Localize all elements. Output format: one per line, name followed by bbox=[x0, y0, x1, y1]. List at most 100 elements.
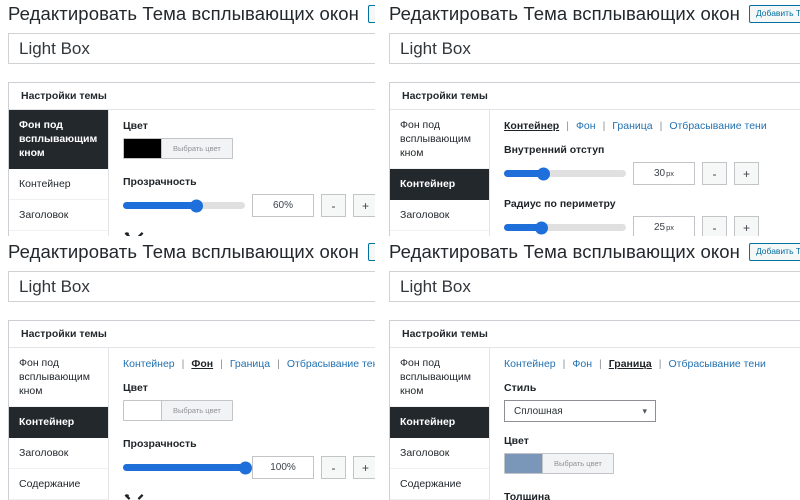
theme-title-input[interactable]: Light Box bbox=[8, 271, 375, 302]
opacity-slider[interactable] bbox=[123, 461, 252, 474]
tab-background[interactable]: Фон bbox=[576, 120, 596, 132]
padding-slider[interactable] bbox=[504, 167, 626, 180]
sidebar-item-title[interactable]: Заголовок bbox=[390, 438, 489, 469]
sidebar-item-overlay[interactable]: Фон под всплывающим кном bbox=[9, 110, 108, 169]
sidebar-item-container[interactable]: Контейнер bbox=[390, 407, 489, 438]
sidebar-item-content[interactable]: Содержание bbox=[9, 469, 108, 500]
crossed-tools-icon bbox=[123, 230, 145, 236]
sidebar-item-title[interactable]: Заголовок bbox=[9, 200, 108, 231]
metabox-title: Настройки темы bbox=[390, 321, 800, 348]
color-field: Цвет Выбрать цвет bbox=[123, 382, 375, 425]
sidebar-item-container[interactable]: Контейнер bbox=[9, 407, 108, 438]
tab-separator: | bbox=[277, 358, 280, 370]
color-picker[interactable]: Выбрать цвет bbox=[123, 400, 233, 421]
color-label: Цвет bbox=[504, 435, 529, 447]
opacity-slider[interactable] bbox=[123, 199, 245, 212]
settings-sidebar: Фон под всплывающим кном Контейнер Загол… bbox=[9, 348, 109, 500]
panel-bottom-left: Редактировать Тема всплывающих окон Доба… bbox=[0, 238, 375, 500]
color-swatch[interactable] bbox=[124, 401, 162, 420]
tab-separator: | bbox=[602, 120, 606, 132]
opacity-increment-button[interactable]: + bbox=[353, 456, 375, 479]
border-radius-decrement-button[interactable]: - bbox=[702, 216, 727, 236]
choose-color-button[interactable]: Выбрать цвет bbox=[162, 401, 232, 420]
choose-color-button[interactable]: Выбрать цвет bbox=[543, 454, 613, 473]
settings-tabs: Контейнер | Фон | Граница | Отбрасывание… bbox=[504, 120, 800, 132]
metabox-title: Настройки темы bbox=[9, 83, 375, 110]
sidebar-item-content[interactable]: Содержание bbox=[9, 231, 108, 236]
tab-separator: | bbox=[658, 358, 662, 370]
add-popup-theme-button[interactable]: Добавить Тема всплывающих окон bbox=[748, 5, 800, 23]
sidebar-item-content[interactable]: Содержание bbox=[390, 231, 489, 236]
tab-border[interactable]: Граница bbox=[230, 358, 270, 370]
add-popup-theme-button[interactable]: Добавить Тема всплывающих окон bbox=[367, 243, 375, 261]
theme-title-input[interactable]: Light Box bbox=[389, 271, 800, 302]
choose-color-button[interactable]: Выбрать цвет bbox=[162, 139, 232, 158]
color-field: Цвет Выбрать цвет bbox=[123, 120, 375, 163]
tab-container[interactable]: Контейнер bbox=[504, 120, 559, 132]
color-swatch[interactable] bbox=[505, 454, 543, 473]
tab-border[interactable]: Граница bbox=[612, 120, 652, 132]
tab-separator: | bbox=[181, 358, 185, 370]
tab-boxshadow[interactable]: Отбрасывание тени bbox=[287, 358, 375, 370]
add-popup-theme-button[interactable]: Добавить Тема всплывающих окон bbox=[367, 5, 375, 23]
sidebar-item-overlay[interactable]: Фон под всплывающим кном bbox=[390, 348, 489, 407]
sidebar-item-container[interactable]: Контейнер bbox=[9, 169, 108, 200]
border-radius-slider[interactable] bbox=[504, 221, 626, 234]
tab-separator: | bbox=[659, 120, 663, 132]
panel-top-left: Редактировать Тема всплывающих окон Доба… bbox=[0, 0, 375, 236]
border-style-select[interactable]: Сплошная ▾ bbox=[504, 400, 656, 422]
border-radius-label: Радиус по периметру bbox=[504, 198, 616, 210]
color-picker[interactable]: Выбрать цвет bbox=[504, 453, 614, 474]
color-label: Цвет bbox=[123, 382, 148, 394]
tab-separator: | bbox=[220, 358, 223, 370]
border-radius-increment-button[interactable]: + bbox=[734, 216, 759, 236]
color-picker[interactable]: Выбрать цвет bbox=[123, 138, 233, 159]
theme-settings-metabox: Настройки темы Фон под всплывающим кном … bbox=[8, 320, 375, 500]
tab-boxshadow[interactable]: Отбрасывание тени bbox=[669, 358, 766, 370]
color-label: Цвет bbox=[123, 120, 148, 132]
padding-value[interactable]: 30 px bbox=[633, 162, 695, 185]
tab-boxshadow[interactable]: Отбрасывание тени bbox=[669, 120, 766, 132]
settings-pane: Контейнер | Фон | Граница | Отбрасывание… bbox=[490, 348, 800, 500]
sidebar-item-overlay[interactable]: Фон под всплывающим кном bbox=[390, 110, 489, 169]
settings-pane: Контейнер | Фон | Граница | Отбрасывание… bbox=[490, 110, 800, 236]
border-radius-value[interactable]: 25 px bbox=[633, 216, 695, 236]
padding-field: Внутренний отступ 30 px - + bbox=[504, 144, 800, 185]
padding-increment-button[interactable]: + bbox=[734, 162, 759, 185]
sidebar-item-title[interactable]: Заголовок bbox=[9, 438, 108, 469]
settings-pane: Цвет Выбрать цвет Прозрачность 60% - + bbox=[109, 110, 375, 236]
tab-separator: | bbox=[599, 358, 602, 370]
sidebar-item-container[interactable]: Контейнер bbox=[390, 169, 489, 200]
settings-tabs: Контейнер | Фон | Граница | Отбрасывание… bbox=[504, 358, 800, 370]
opacity-decrement-button[interactable]: - bbox=[321, 456, 346, 479]
opacity-increment-button[interactable]: + bbox=[353, 194, 375, 217]
theme-title-input[interactable]: Light Box bbox=[389, 33, 800, 64]
page-title: Редактировать Тема всплывающих окон bbox=[8, 3, 359, 24]
sidebar-item-content[interactable]: Содержание bbox=[390, 469, 489, 500]
page-header: Редактировать Тема всплывающих окон Доба… bbox=[381, 0, 800, 28]
sidebar-item-overlay[interactable]: Фон под всплывающим кном bbox=[9, 348, 108, 407]
panel-top-right: Редактировать Тема всплывающих окон Доба… bbox=[377, 0, 800, 236]
tab-background[interactable]: Фон bbox=[572, 358, 592, 370]
tab-container[interactable]: Контейнер bbox=[123, 358, 175, 370]
border-radius-field: Радиус по периметру 25 px - + bbox=[504, 198, 800, 236]
tab-background[interactable]: Фон bbox=[191, 358, 213, 370]
theme-title-input[interactable]: Light Box bbox=[8, 33, 375, 64]
padding-decrement-button[interactable]: - bbox=[702, 162, 727, 185]
sidebar-item-title[interactable]: Заголовок bbox=[390, 200, 489, 231]
style-label: Стиль bbox=[504, 382, 537, 394]
settings-sidebar: Фон под всплывающим кном Контейнер Загол… bbox=[390, 348, 490, 500]
tab-container[interactable]: Контейнер bbox=[504, 358, 556, 370]
opacity-label: Прозрачность bbox=[123, 438, 197, 450]
opacity-value[interactable]: 100% bbox=[252, 456, 314, 479]
metabox-title: Настройки темы bbox=[390, 83, 800, 110]
tab-border[interactable]: Граница bbox=[609, 358, 652, 370]
page-title: Редактировать Тема всплывающих окон bbox=[389, 3, 740, 24]
color-swatch[interactable] bbox=[124, 139, 162, 158]
page-header: Редактировать Тема всплывающих окон Доба… bbox=[381, 238, 800, 266]
opacity-decrement-button[interactable]: - bbox=[321, 194, 346, 217]
opacity-value[interactable]: 60% bbox=[252, 194, 314, 217]
theme-settings-metabox: Настройки темы Фон под всплывающим кном … bbox=[8, 82, 375, 236]
settings-sidebar: Фон под всплывающим кном Контейнер Загол… bbox=[9, 110, 109, 236]
add-popup-theme-button[interactable]: Добавить Тема всплывающих окон bbox=[748, 243, 800, 261]
